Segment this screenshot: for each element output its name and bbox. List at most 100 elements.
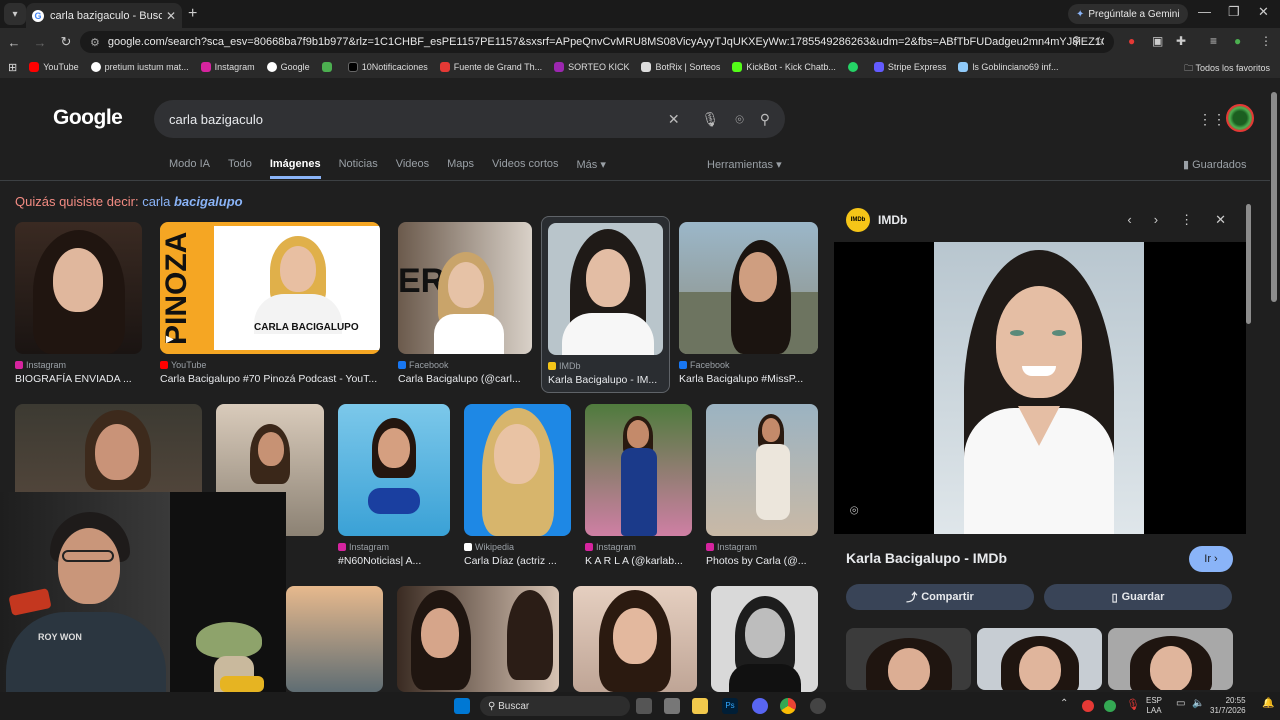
result-thumbnail[interactable] (15, 222, 142, 354)
bookmark-sorteo-kick[interactable]: SORTEO KICK (554, 62, 629, 72)
tab-imagenes[interactable]: Imágenes (269, 158, 321, 179)
preview-image[interactable]: ⌾ (834, 242, 1246, 534)
gemini-button[interactable]: ✦ Pregúntale a Gemini (1068, 4, 1188, 24)
result-caption[interactable]: Karla Bacigalupo - IM... (548, 374, 663, 386)
tools-button[interactable]: Herramientas ▾ (707, 158, 782, 171)
start-icon[interactable] (454, 698, 470, 714)
bookmark-star-icon[interactable]: ☆ (1094, 34, 1105, 48)
restore-button[interactable]: ❐ (1228, 4, 1240, 20)
related-image[interactable] (1108, 628, 1233, 690)
image-result[interactable] (286, 586, 383, 692)
result-caption[interactable]: BIOGRAFÍA ENVIADA ... (15, 373, 142, 385)
result-thumbnail[interactable] (464, 404, 571, 536)
site-info-icon[interactable]: ⚙ (90, 36, 100, 49)
tab-todo[interactable]: Todo (228, 158, 252, 179)
tab-videos[interactable]: Videos (396, 158, 429, 179)
photoshop-icon[interactable]: Ps (722, 698, 738, 714)
bookmark-goblinciano[interactable]: ls Goblinciano69 inf... (958, 62, 1058, 72)
previous-icon[interactable]: ‹ (1127, 212, 1131, 228)
clock[interactable]: 20:55 31/7/2026 (1210, 696, 1246, 716)
result-thumbnail[interactable]: ER (398, 222, 532, 354)
bookmark-instagram[interactable]: Instagram (200, 62, 255, 72)
forward-button[interactable]: → (28, 35, 52, 50)
bookmark-pretium[interactable]: pretium iustum mat... (90, 62, 189, 72)
image-result[interactable]: Facebook Karla Bacigalupo #MissP... (679, 222, 818, 385)
related-image[interactable] (846, 628, 971, 690)
image-result[interactable]: Instagram K A R L A (@karlab... (585, 404, 692, 567)
tab-modo-ia[interactable]: Modo IA (169, 158, 210, 179)
result-thumbnail[interactable] (338, 404, 450, 536)
result-thumbnail[interactable] (706, 404, 818, 536)
app-icon[interactable] (810, 698, 826, 714)
close-window-button[interactable]: ✕ (1258, 4, 1269, 20)
image-result[interactable]: PINOZA CARLA BACIGALUPO ▶ YouTube Carla … (160, 222, 380, 385)
back-button[interactable]: ← (2, 35, 26, 50)
bookmark-botrix[interactable]: BotRix | Sorteos (641, 62, 720, 72)
close-tab-icon[interactable]: ✕ (166, 9, 176, 23)
result-thumbnail[interactable] (711, 586, 818, 692)
reload-button[interactable]: ↻ (54, 34, 78, 50)
lens-icon[interactable]: ⌾ (735, 111, 743, 128)
app-icon[interactable] (664, 698, 680, 714)
result-caption[interactable]: Carla Bacigalupo #70 Pinozá Podcast - Yo… (160, 373, 380, 385)
microphone-icon[interactable]: 🎙 (702, 111, 720, 128)
related-image[interactable] (977, 628, 1102, 690)
go-button[interactable]: Ir › (1189, 546, 1233, 572)
result-caption[interactable]: K A R L A (@karlab... (585, 555, 692, 567)
result-thumbnail[interactable] (585, 404, 692, 536)
result-caption[interactable]: Carla Díaz (actriz ... (464, 555, 571, 567)
language-indicator[interactable]: ESP LAA (1146, 696, 1162, 716)
share-button[interactable]: ⤴ Compartir (846, 584, 1034, 610)
panel-source[interactable]: IMDb (878, 213, 907, 227)
taskbar-search[interactable]: ⚲ Buscar (480, 696, 630, 716)
extension-icon[interactable]: ▣ (1152, 34, 1163, 48)
more-options-icon[interactable]: ⋮ (1180, 212, 1193, 228)
result-thumbnail[interactable] (397, 586, 559, 692)
bookmark-youtube[interactable]: YouTube (29, 62, 79, 72)
chevron-up-icon[interactable]: ⌃ (1060, 698, 1070, 714)
clear-icon[interactable]: ✕ (668, 111, 680, 128)
bookmark-x[interactable]: 10Notificaciones (347, 62, 428, 72)
bookmark-google[interactable]: Google (266, 62, 310, 72)
search-icon[interactable]: ⚲ (760, 111, 770, 128)
media-icon[interactable]: ≡ (1210, 34, 1217, 48)
task-view-icon[interactable] (636, 698, 652, 714)
spelling-suggestion-link[interactable]: carla bacigalupo (142, 194, 242, 209)
bookmark-extra[interactable] (321, 62, 336, 72)
google-logo[interactable]: Google (53, 106, 123, 130)
tray-icon[interactable] (1104, 700, 1116, 712)
result-thumbnail[interactable]: PINOZA CARLA BACIGALUPO ▶ (160, 222, 380, 354)
address-bar[interactable]: ⚙ google.com/search?sca_esv=80668ba7f9b1… (80, 31, 1114, 53)
image-result[interactable]: Instagram Photos by Carla (@... (706, 404, 818, 567)
result-caption[interactable]: Karla Bacigalupo #MissP... (679, 373, 818, 385)
result-thumbnail[interactable] (286, 586, 383, 692)
chrome-icon[interactable] (780, 698, 796, 714)
minimize-button[interactable]: — (1198, 4, 1211, 19)
image-result[interactable]: Instagram BIOGRAFÍA ENVIADA ... (15, 222, 142, 385)
page-scrollbar[interactable] (1271, 92, 1277, 302)
panel-title[interactable]: Karla Bacigalupo - IMDb (846, 550, 1007, 566)
result-caption[interactable]: Carla Bacigalupo (@carl... (398, 373, 532, 385)
tab-search-button[interactable]: ▾ (4, 3, 26, 25)
bookmark-stripe[interactable]: Stripe Express (873, 62, 946, 72)
discord-icon[interactable] (752, 698, 768, 714)
extension-icon[interactable]: ● (1128, 34, 1135, 48)
bookmark-gta[interactable]: Fuente de Grand Th... (439, 62, 542, 72)
all-bookmarks-button[interactable]: 🗀 Todos los favoritos (1184, 61, 1270, 77)
new-tab-button[interactable]: + (188, 5, 197, 23)
network-icon[interactable]: ▭ (1176, 698, 1190, 714)
tab-mas[interactable]: Más ▾ (577, 158, 606, 179)
result-thumbnail[interactable] (573, 586, 697, 692)
panel-scrollbar[interactable] (1246, 204, 1251, 324)
image-result[interactable] (711, 586, 818, 692)
close-icon[interactable]: ✕ (1215, 212, 1226, 228)
image-result[interactable]: ER Facebook Carla Bacigalupo (@carl... (398, 222, 532, 385)
bookmark-kickbot[interactable]: KickBot - Kick Chatb... (732, 62, 836, 72)
result-thumbnail[interactable] (679, 222, 818, 354)
notification-icon[interactable]: 🔔 (1262, 698, 1274, 714)
image-result[interactable] (573, 586, 697, 692)
microphone-icon[interactable]: 🎙 (1126, 698, 1140, 714)
tab-maps[interactable]: Maps (447, 158, 474, 179)
result-caption[interactable]: Photos by Carla (@... (706, 555, 818, 567)
lens-search-icon[interactable]: ⌾ (850, 502, 858, 519)
